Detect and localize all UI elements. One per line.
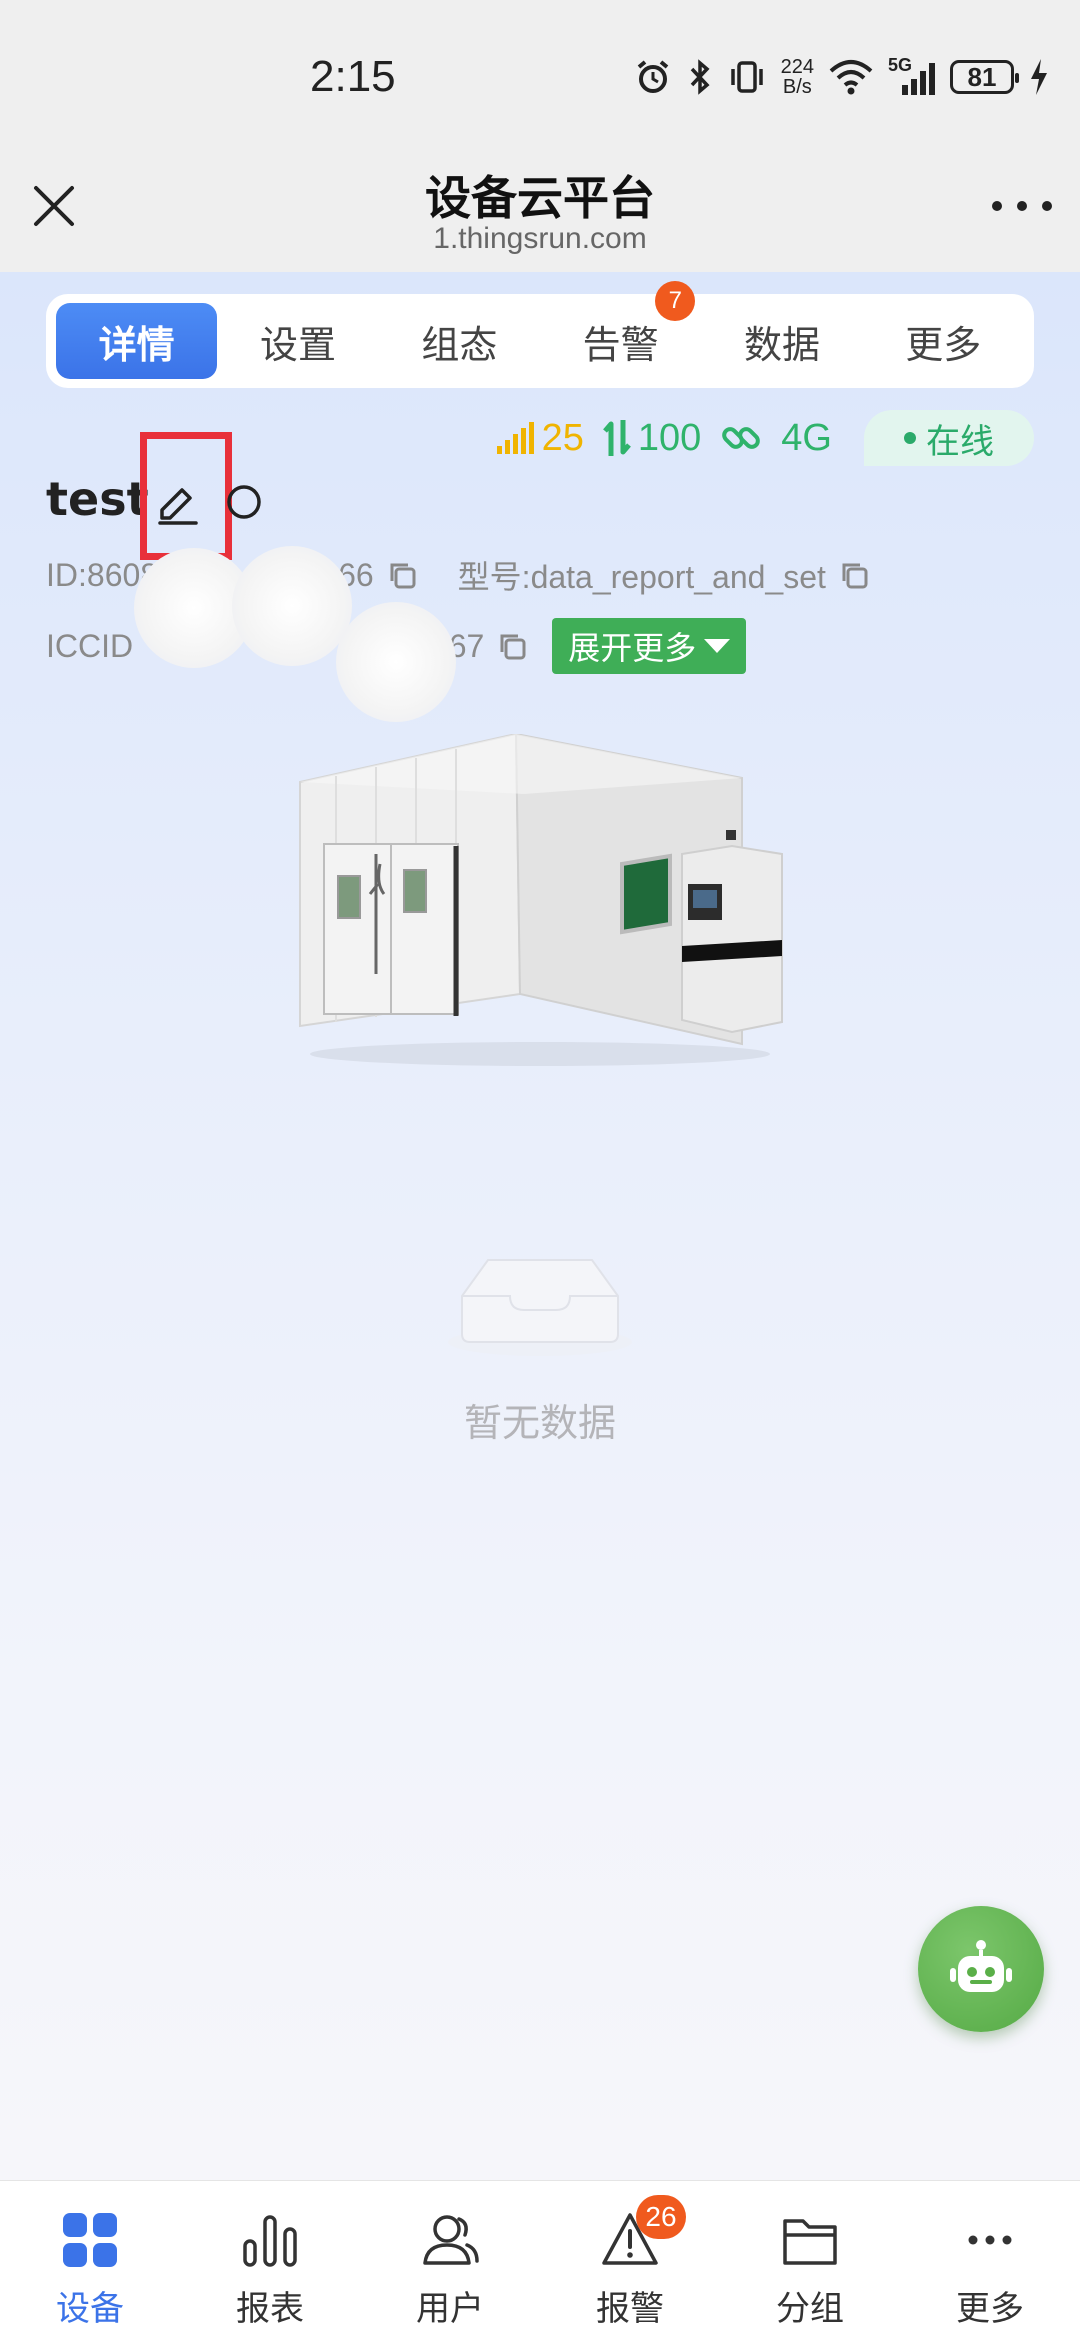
copy-icon[interactable]: [838, 559, 870, 591]
redaction-blur: [336, 602, 456, 722]
tab-settings[interactable]: 设置: [217, 303, 378, 379]
nav-label: 报警: [596, 2289, 664, 2329]
cell-signal-icon: [902, 63, 935, 95]
net-speed-unit: B/s: [782, 76, 812, 98]
status-bar: 2:15 224 B/s 5G 81: [0, 0, 1080, 150]
iccid-prefix: ICCID: [46, 627, 134, 664]
expand-more-label: 展开更多: [568, 629, 697, 667]
app-header: 设备云平台 1.thingsrun.com: [0, 150, 1080, 272]
nav-alarms[interactable]: 报警 26: [540, 2181, 720, 2340]
tab-label: 数据: [743, 322, 820, 367]
tab-alarms[interactable]: 告警 7: [540, 281, 701, 379]
main-content: 详情 设置 组态 告警 7 数据 更多 25 100 4G 在线 test ID: [0, 272, 1080, 2180]
net-speed-value: 224: [780, 56, 814, 78]
device-name: test: [46, 472, 149, 526]
grid-icon: [63, 2213, 117, 2267]
nav-label: 分组: [776, 2289, 844, 2329]
up-down-arrows-icon: [602, 420, 631, 456]
battery-indicator: 81: [950, 60, 1019, 94]
nav-label: 更多: [956, 2289, 1024, 2329]
flow-value: 100: [637, 416, 702, 459]
page-title: 设备云平台: [425, 171, 655, 225]
device-model: 型号:data_report_and_set: [457, 559, 826, 595]
users-icon: [423, 2215, 479, 2265]
online-status-label: 在线: [926, 421, 994, 462]
empty-state-text: 暂无数据: [463, 1401, 616, 1445]
tab-label: 告警: [582, 322, 659, 367]
tab-data[interactable]: 数据: [701, 303, 862, 379]
bottom-nav: 设备 报表 用户 报警 26 分组 更多: [0, 2180, 1080, 2340]
assistant-robot-button[interactable]: [918, 1906, 1044, 2032]
network-type: 4G: [719, 416, 832, 460]
more-options-icon[interactable]: [992, 196, 1052, 216]
alarm-icon: [637, 60, 668, 93]
vibrate-icon: [730, 61, 763, 93]
data-flow: 100: [602, 417, 701, 460]
copy-icon[interactable]: [496, 630, 528, 662]
battery-level: 81: [967, 61, 997, 92]
charging-icon: [1031, 59, 1047, 95]
alarm-count-badge: 7: [655, 281, 696, 321]
nav-groups[interactable]: 分组: [720, 2181, 900, 2340]
folder-icon: [783, 2219, 837, 2265]
status-time: 2:15: [310, 52, 396, 101]
empty-inbox-icon: [448, 1259, 632, 1356]
nav-label: 用户: [416, 2289, 484, 2329]
robot-icon: [950, 1940, 1012, 1992]
tab-bar: 详情 设置 组态 告警 7 数据 更多: [46, 281, 1034, 388]
network-value: 4G: [781, 416, 832, 459]
net-speed: 224 B/s: [781, 57, 814, 97]
redaction-blur: [232, 546, 352, 666]
online-dot-icon: [904, 432, 916, 444]
bar-chart-icon: [243, 2215, 297, 2267]
nav-more[interactable]: 更多: [900, 2181, 1080, 2340]
tab-more[interactable]: 更多: [863, 303, 1024, 379]
tab-configuration[interactable]: 组态: [379, 303, 540, 379]
caret-down-icon: [704, 639, 731, 653]
nav-devices[interactable]: 设备: [0, 2181, 180, 2340]
signal-bars-icon: [496, 422, 534, 454]
more-dots-icon: [968, 2235, 1012, 2245]
expand-more-button[interactable]: 展开更多: [552, 618, 747, 674]
status-icons: 224 B/s 5G 81: [633, 54, 1050, 100]
copy-icon[interactable]: [386, 559, 418, 591]
bluetooth-icon: [690, 59, 710, 95]
nav-reports[interactable]: 报表: [180, 2181, 360, 2340]
page-url: 1.thingsrun.com: [433, 222, 647, 255]
nav-label: 设备: [56, 2289, 124, 2329]
nav-label: 报表: [236, 2289, 304, 2329]
tab-label: 详情: [98, 322, 175, 367]
signal-strength: 25: [496, 417, 584, 460]
highlight-box: [140, 432, 232, 560]
online-status-badge: 在线: [864, 410, 1034, 466]
signal-value: 25: [541, 416, 584, 459]
link-icon: [722, 427, 761, 449]
device-image: [299, 734, 783, 1066]
device-stats: 25 100 4G 在线: [496, 410, 1034, 466]
alarm-count-badge: 26: [636, 2195, 686, 2239]
tab-details[interactable]: 详情: [56, 303, 218, 379]
cell-signal: 5G: [888, 55, 936, 97]
wifi-icon: [829, 60, 873, 95]
tab-label: 更多: [905, 322, 982, 367]
tab-label: 组态: [421, 322, 498, 367]
nav-users[interactable]: 用户: [360, 2181, 540, 2340]
tab-label: 设置: [259, 322, 336, 367]
refresh-icon[interactable]: [224, 482, 264, 522]
